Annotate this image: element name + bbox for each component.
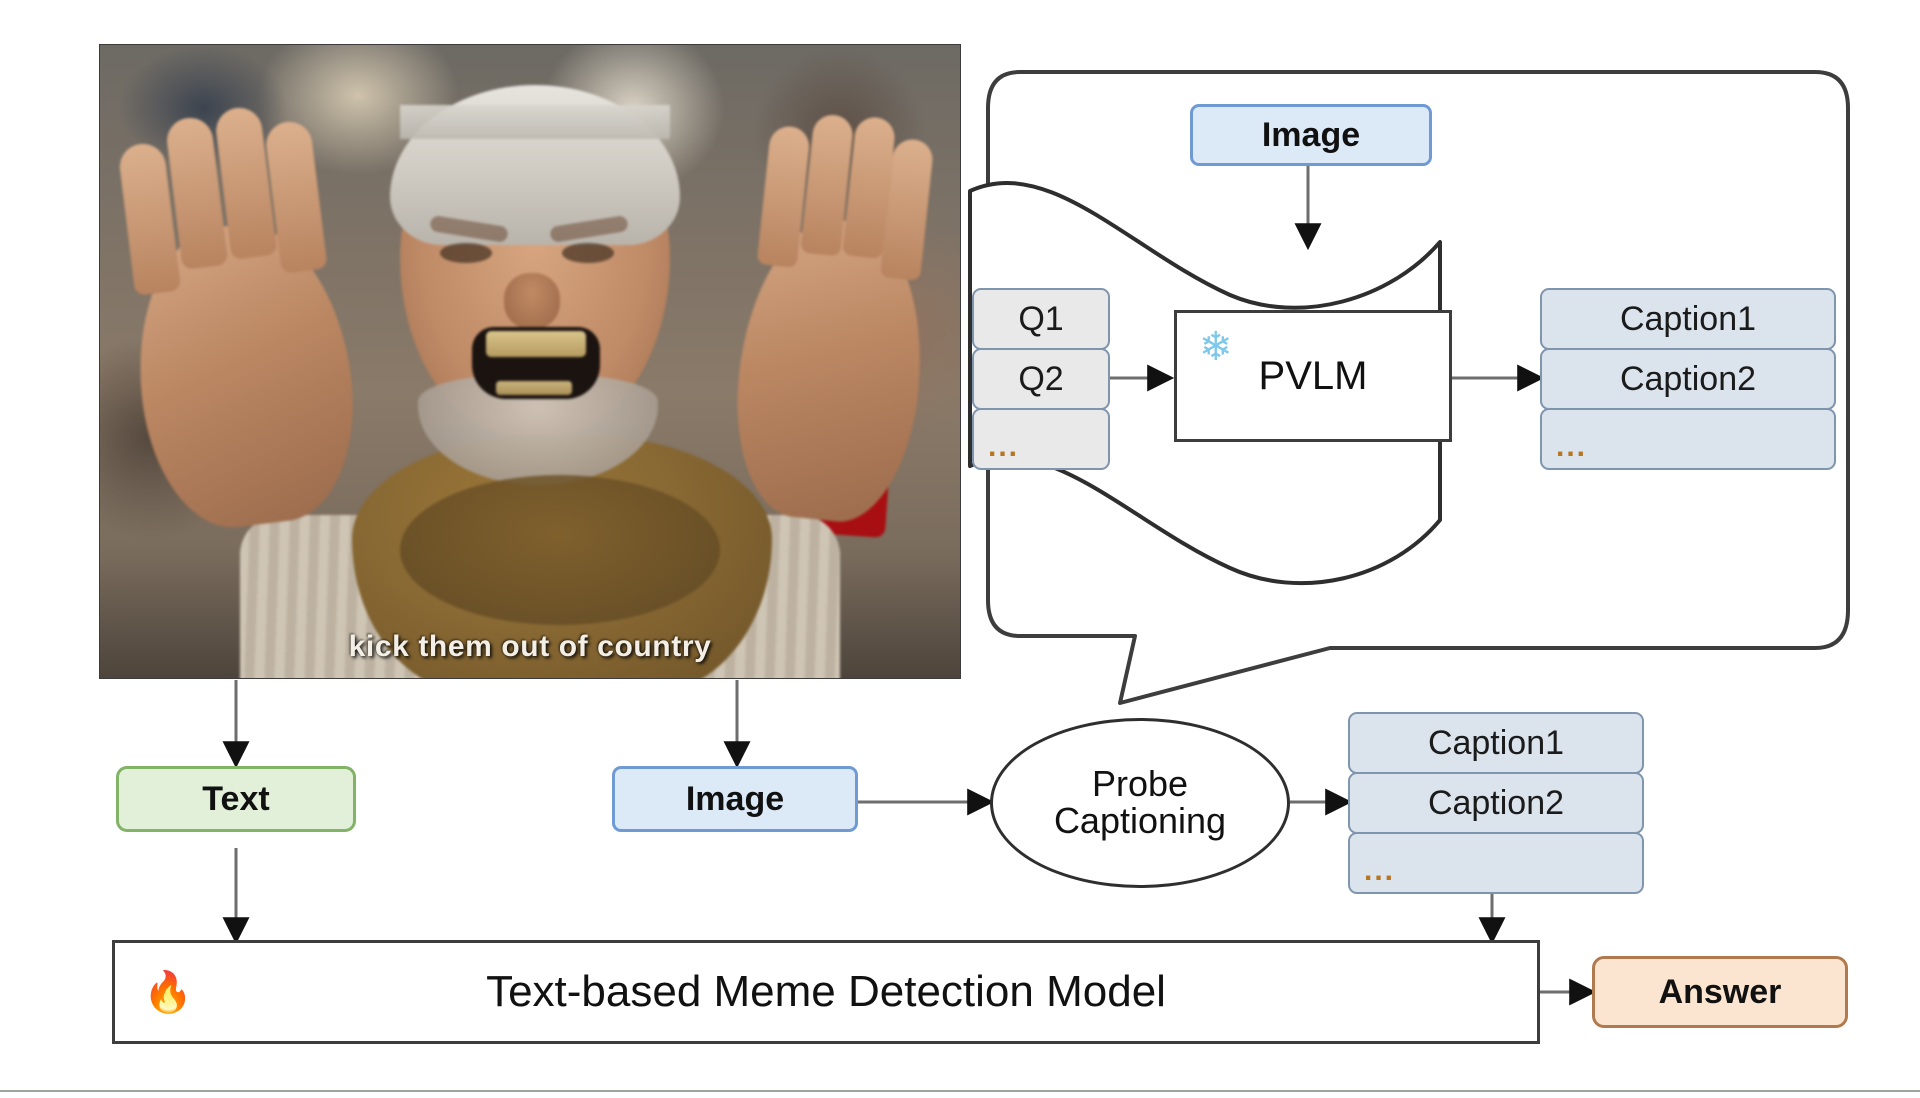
meme-detection-model-bar[interactable]: 🔥 Text-based Meme Detection Model (112, 940, 1540, 1044)
meme-detection-model-label: Text-based Meme Detection Model (486, 967, 1166, 1016)
connector-layer (0, 70, 1920, 1092)
probe-captioning-node[interactable]: Probe Captioning (990, 718, 1290, 888)
probe-captioning-line1: Probe (1091, 763, 1189, 805)
figure-canvas: kick them out of country Image Q1 Q2 ...… (0, 0, 1920, 1098)
bubble-image-node[interactable]: Image (1190, 104, 1432, 166)
bubble-caption-1[interactable]: Caption1 (1540, 288, 1836, 350)
pipeline-caption-more[interactable]: ... (1348, 832, 1644, 894)
question-box-more[interactable]: ... (972, 408, 1110, 470)
pvlm-model-box: ❄ PVLM (1174, 310, 1452, 442)
text-node[interactable]: Text (116, 766, 356, 832)
image-node[interactable]: Image (612, 766, 858, 832)
bubble-caption-2[interactable]: Caption2 (1540, 348, 1836, 410)
question-box-q2[interactable]: Q2 (972, 348, 1110, 410)
snowflake-icon: ❄ (1199, 325, 1233, 369)
pipeline-caption-2[interactable]: Caption2 (1348, 772, 1644, 834)
question-box-q1[interactable]: Q1 (972, 288, 1110, 350)
probe-captioning-line2: Captioning (1053, 800, 1227, 841)
answer-node[interactable]: Answer (1592, 956, 1848, 1028)
pipeline-caption-1[interactable]: Caption1 (1348, 712, 1644, 774)
flame-icon: 🔥 (143, 970, 193, 1015)
pvlm-label: PVLM (1258, 353, 1368, 398)
bubble-caption-more[interactable]: ... (1540, 408, 1836, 470)
